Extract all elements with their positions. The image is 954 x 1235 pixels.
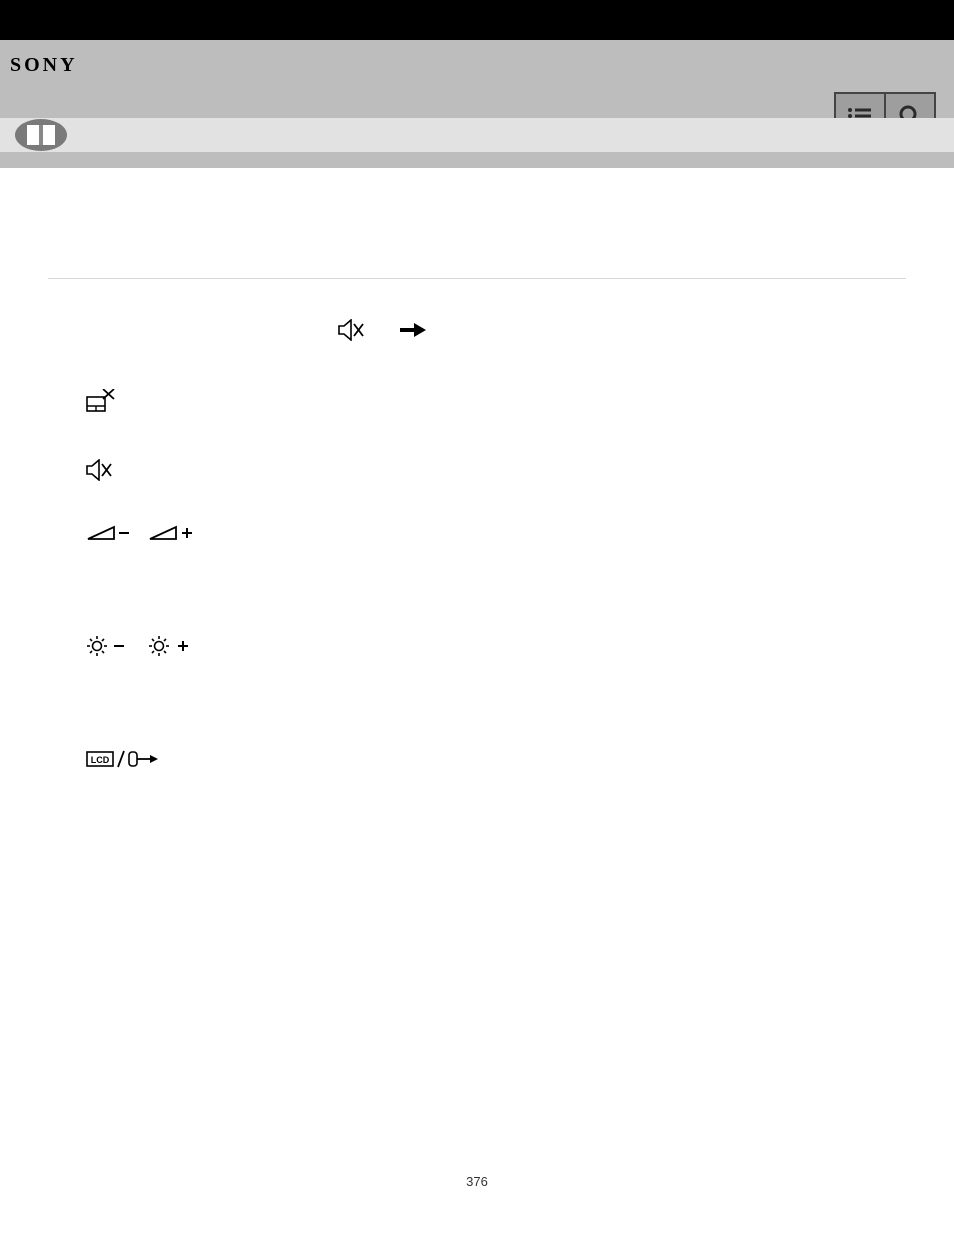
brightness-down-icon [86, 635, 130, 657]
top-strip [0, 0, 954, 40]
svg-text:LCD: LCD [91, 755, 110, 765]
slash-icon [116, 749, 126, 769]
mute-icon [86, 459, 112, 481]
row-mute [48, 459, 906, 481]
touchpad-off-icon [86, 389, 116, 415]
thin-bar [0, 152, 954, 168]
sub-bar [0, 118, 954, 152]
row-volume [48, 525, 906, 543]
row-nav [48, 319, 906, 341]
brightness-up-icon [148, 635, 196, 657]
mute-icon [338, 319, 364, 341]
brand-logo: SONY [10, 40, 78, 77]
row-display-output: LCD [48, 749, 906, 769]
page-number: 376 [0, 1174, 954, 1189]
arrow-right-icon [400, 322, 426, 338]
row-touchpad-off [48, 389, 906, 415]
lcd-icon: LCD [86, 750, 114, 768]
header-bar: SONY [0, 40, 954, 118]
content-area: LCD [0, 168, 954, 769]
volume-down-icon [86, 525, 130, 543]
book-icon[interactable] [12, 118, 70, 152]
external-output-icon [128, 750, 158, 768]
volume-up-icon [148, 525, 196, 543]
row-brightness [48, 635, 906, 657]
divider [48, 278, 906, 279]
